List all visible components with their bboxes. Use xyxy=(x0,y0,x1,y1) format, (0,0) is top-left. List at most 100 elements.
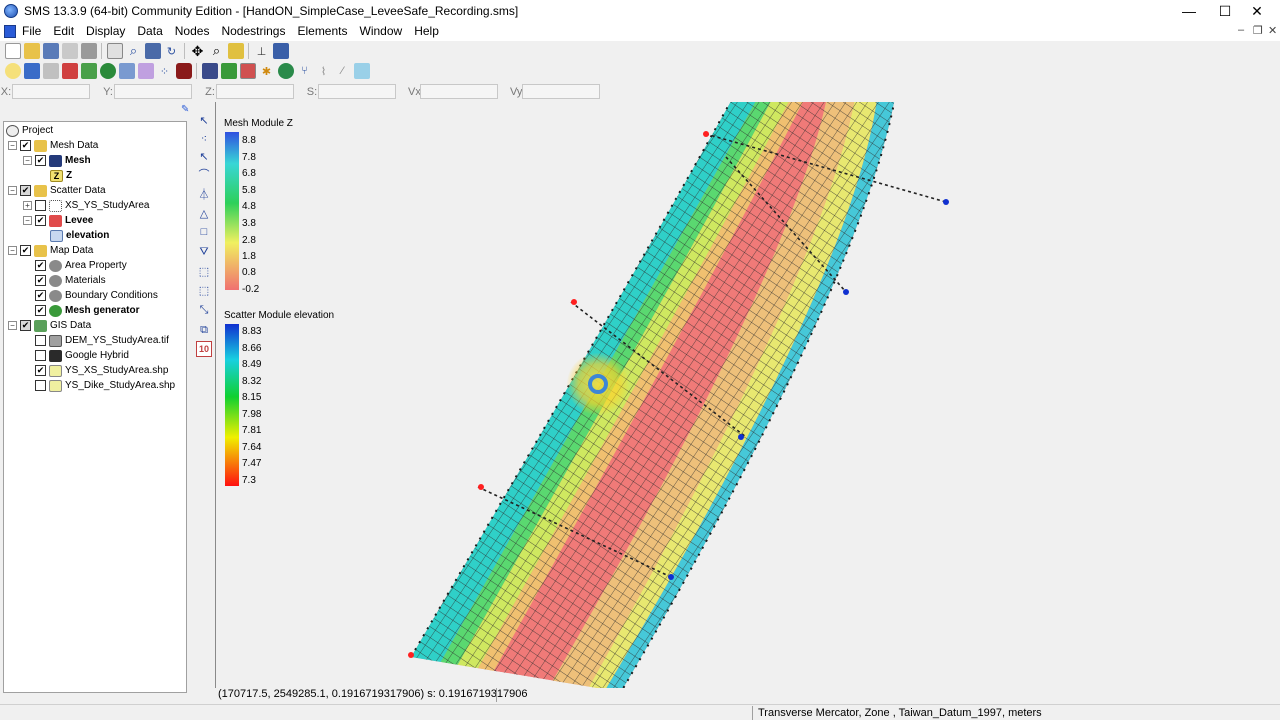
y-field[interactable] xyxy=(114,84,192,99)
nodestring-icon[interactable]: ⌒ xyxy=(196,166,212,182)
checkbox-partial[interactable]: ✔ xyxy=(20,185,31,196)
wand-icon[interactable]: ⁄ xyxy=(335,63,351,79)
create-node-icon[interactable]: ↖ xyxy=(196,148,212,164)
gis-module-icon[interactable] xyxy=(99,63,116,79)
checkbox-checked[interactable]: ✔ xyxy=(35,260,46,271)
vector-icon[interactable]: ✱ xyxy=(259,63,275,79)
zoom-icon[interactable]: ⌕ xyxy=(126,43,142,59)
menu-elements[interactable]: Elements xyxy=(291,22,353,41)
menu-data[interactable]: Data xyxy=(131,22,168,41)
checkbox-checked[interactable]: ✔ xyxy=(35,365,46,376)
rotate-tool-icon[interactable] xyxy=(227,43,244,59)
particle-module-icon[interactable] xyxy=(118,63,135,79)
branch-icon[interactable]: ⑂ xyxy=(297,63,313,79)
menu-edit[interactable]: Edit xyxy=(47,22,80,41)
mdi-restore-button[interactable]: ❐ xyxy=(1253,24,1263,37)
vy-field[interactable] xyxy=(522,84,600,99)
triangle-element-icon[interactable]: △ xyxy=(196,205,212,221)
tree-scatter-data[interactable]: − ✔ Scatter Data xyxy=(8,183,106,198)
tree-mesh-generator[interactable]: ✔ Mesh generator xyxy=(35,303,139,318)
document-icon[interactable] xyxy=(4,25,16,38)
s-field[interactable] xyxy=(318,84,396,99)
collapse-icon[interactable]: − xyxy=(23,216,32,225)
open-folder-icon[interactable] xyxy=(23,43,40,59)
checkbox-unchecked[interactable] xyxy=(35,335,46,346)
select-triangles-icon[interactable]: ⛛ xyxy=(196,244,212,260)
map-module-icon[interactable] xyxy=(80,63,97,79)
select-quads-icon[interactable]: ⬚ xyxy=(196,263,212,279)
display-number-icon[interactable]: 10 xyxy=(196,341,212,357)
checkbox-checked[interactable]: ✔ xyxy=(35,215,46,226)
checkbox-checked[interactable]: ✔ xyxy=(35,275,46,286)
pin-icon[interactable]: ✎ xyxy=(181,104,191,115)
zoom-tool-icon[interactable]: ⌕ xyxy=(209,43,225,59)
scatter-points-icon[interactable]: ⁘ xyxy=(157,63,173,79)
tree-materials[interactable]: ✔ Materials xyxy=(35,273,106,288)
tree-map-data[interactable]: − ✔ Map Data xyxy=(8,243,93,258)
mesh-view[interactable]: Mesh Module Z 8.8 7.8 6.8 5.8 4.8 3.8 2.… xyxy=(216,102,1276,688)
menu-nodes[interactable]: Nodes xyxy=(169,22,216,41)
menu-display[interactable]: Display xyxy=(80,22,131,41)
select-arrow-icon[interactable]: ↖ xyxy=(196,112,212,128)
globe-icon[interactable] xyxy=(277,63,294,79)
tree-xs-studyarea[interactable]: + XS_YS_StudyArea xyxy=(23,198,150,213)
rotate-icon[interactable]: ↻ xyxy=(164,43,180,59)
delete-icon[interactable] xyxy=(80,43,97,59)
toolbox-icon[interactable] xyxy=(175,63,192,79)
checkbox-unchecked[interactable] xyxy=(35,200,46,211)
cartesian-module-icon[interactable] xyxy=(137,63,154,79)
contour-icon[interactable] xyxy=(239,63,256,79)
checkbox-checked[interactable]: ✔ xyxy=(20,245,31,256)
menu-window[interactable]: Window xyxy=(354,22,409,41)
checkbox-unchecked[interactable] xyxy=(35,380,46,391)
display-options-icon[interactable] xyxy=(144,43,161,59)
collapse-icon[interactable]: − xyxy=(23,156,32,165)
mesh-module-icon[interactable] xyxy=(23,63,40,79)
tree-mesh-data[interactable]: − ✔ Mesh Data xyxy=(8,138,98,153)
merge-icon[interactable]: ⤡ xyxy=(196,302,212,318)
collapse-icon[interactable]: − xyxy=(8,321,17,330)
select-box-icon[interactable]: ⬚ xyxy=(196,282,212,298)
light-icon[interactable] xyxy=(4,63,21,79)
tree-gis-data[interactable]: − ✔ GIS Data xyxy=(8,318,91,333)
save-icon[interactable] xyxy=(42,43,59,59)
profile-icon[interactable]: ⌇ xyxy=(316,63,332,79)
scatter-module-icon[interactable] xyxy=(61,63,78,79)
tree-dike-shp[interactable]: YS_Dike_StudyArea.shp xyxy=(35,378,175,393)
checkbox-partial[interactable]: ✔ xyxy=(20,320,31,331)
select-nodes-icon[interactable]: ⁖ xyxy=(196,130,212,146)
collapse-icon[interactable]: − xyxy=(8,141,17,150)
collapse-icon[interactable]: − xyxy=(8,246,17,255)
z-field[interactable] xyxy=(216,84,294,99)
menu-nodestrings[interactable]: Nodestrings xyxy=(215,22,291,41)
tree-z-dataset[interactable]: Z Z xyxy=(50,168,72,183)
tree-area-property[interactable]: ✔ Area Property xyxy=(35,258,127,273)
grid-module-icon[interactable] xyxy=(42,63,59,79)
frame-icon[interactable] xyxy=(106,43,123,59)
checkbox-checked[interactable]: ✔ xyxy=(35,305,46,316)
checkbox-unchecked[interactable] xyxy=(35,350,46,361)
graphics-window[interactable]: Mesh Module Z 8.8 7.8 6.8 5.8 4.8 3.8 2.… xyxy=(216,102,1276,688)
tree-boundary-conditions[interactable]: ✔ Boundary Conditions xyxy=(35,288,158,303)
checkbox-checked[interactable]: ✔ xyxy=(35,155,46,166)
collapse-icon[interactable]: − xyxy=(8,186,17,195)
tree-project[interactable]: Project xyxy=(6,123,53,138)
checkbox-checked[interactable]: ✔ xyxy=(20,140,31,151)
tree-mesh[interactable]: − ✔ Mesh xyxy=(23,153,91,168)
tools-icon[interactable] xyxy=(353,63,370,79)
x-field[interactable] xyxy=(12,84,90,99)
tree-xs-shp[interactable]: ✔ YS_XS_StudyArea.shp xyxy=(35,363,168,378)
split-icon[interactable]: ⧉ xyxy=(196,322,212,338)
vx-field[interactable] xyxy=(420,84,498,99)
pan-icon[interactable]: ✥ xyxy=(190,43,206,59)
plot-icon[interactable] xyxy=(272,43,289,59)
tree-google-hybrid[interactable]: Google Hybrid xyxy=(35,348,129,363)
checkbox-checked[interactable]: ✔ xyxy=(35,290,46,301)
tree-elevation[interactable]: elevation xyxy=(50,228,109,243)
tree-dem[interactable]: DEM_YS_StudyArea.tif xyxy=(35,333,169,348)
create-nodestring-icon[interactable]: ⏃ xyxy=(196,186,212,202)
mesh-elements-icon[interactable] xyxy=(201,63,218,79)
tree-levee[interactable]: − ✔ Levee xyxy=(23,213,93,228)
menu-help[interactable]: Help xyxy=(408,22,445,41)
expand-icon[interactable]: + xyxy=(23,201,32,210)
